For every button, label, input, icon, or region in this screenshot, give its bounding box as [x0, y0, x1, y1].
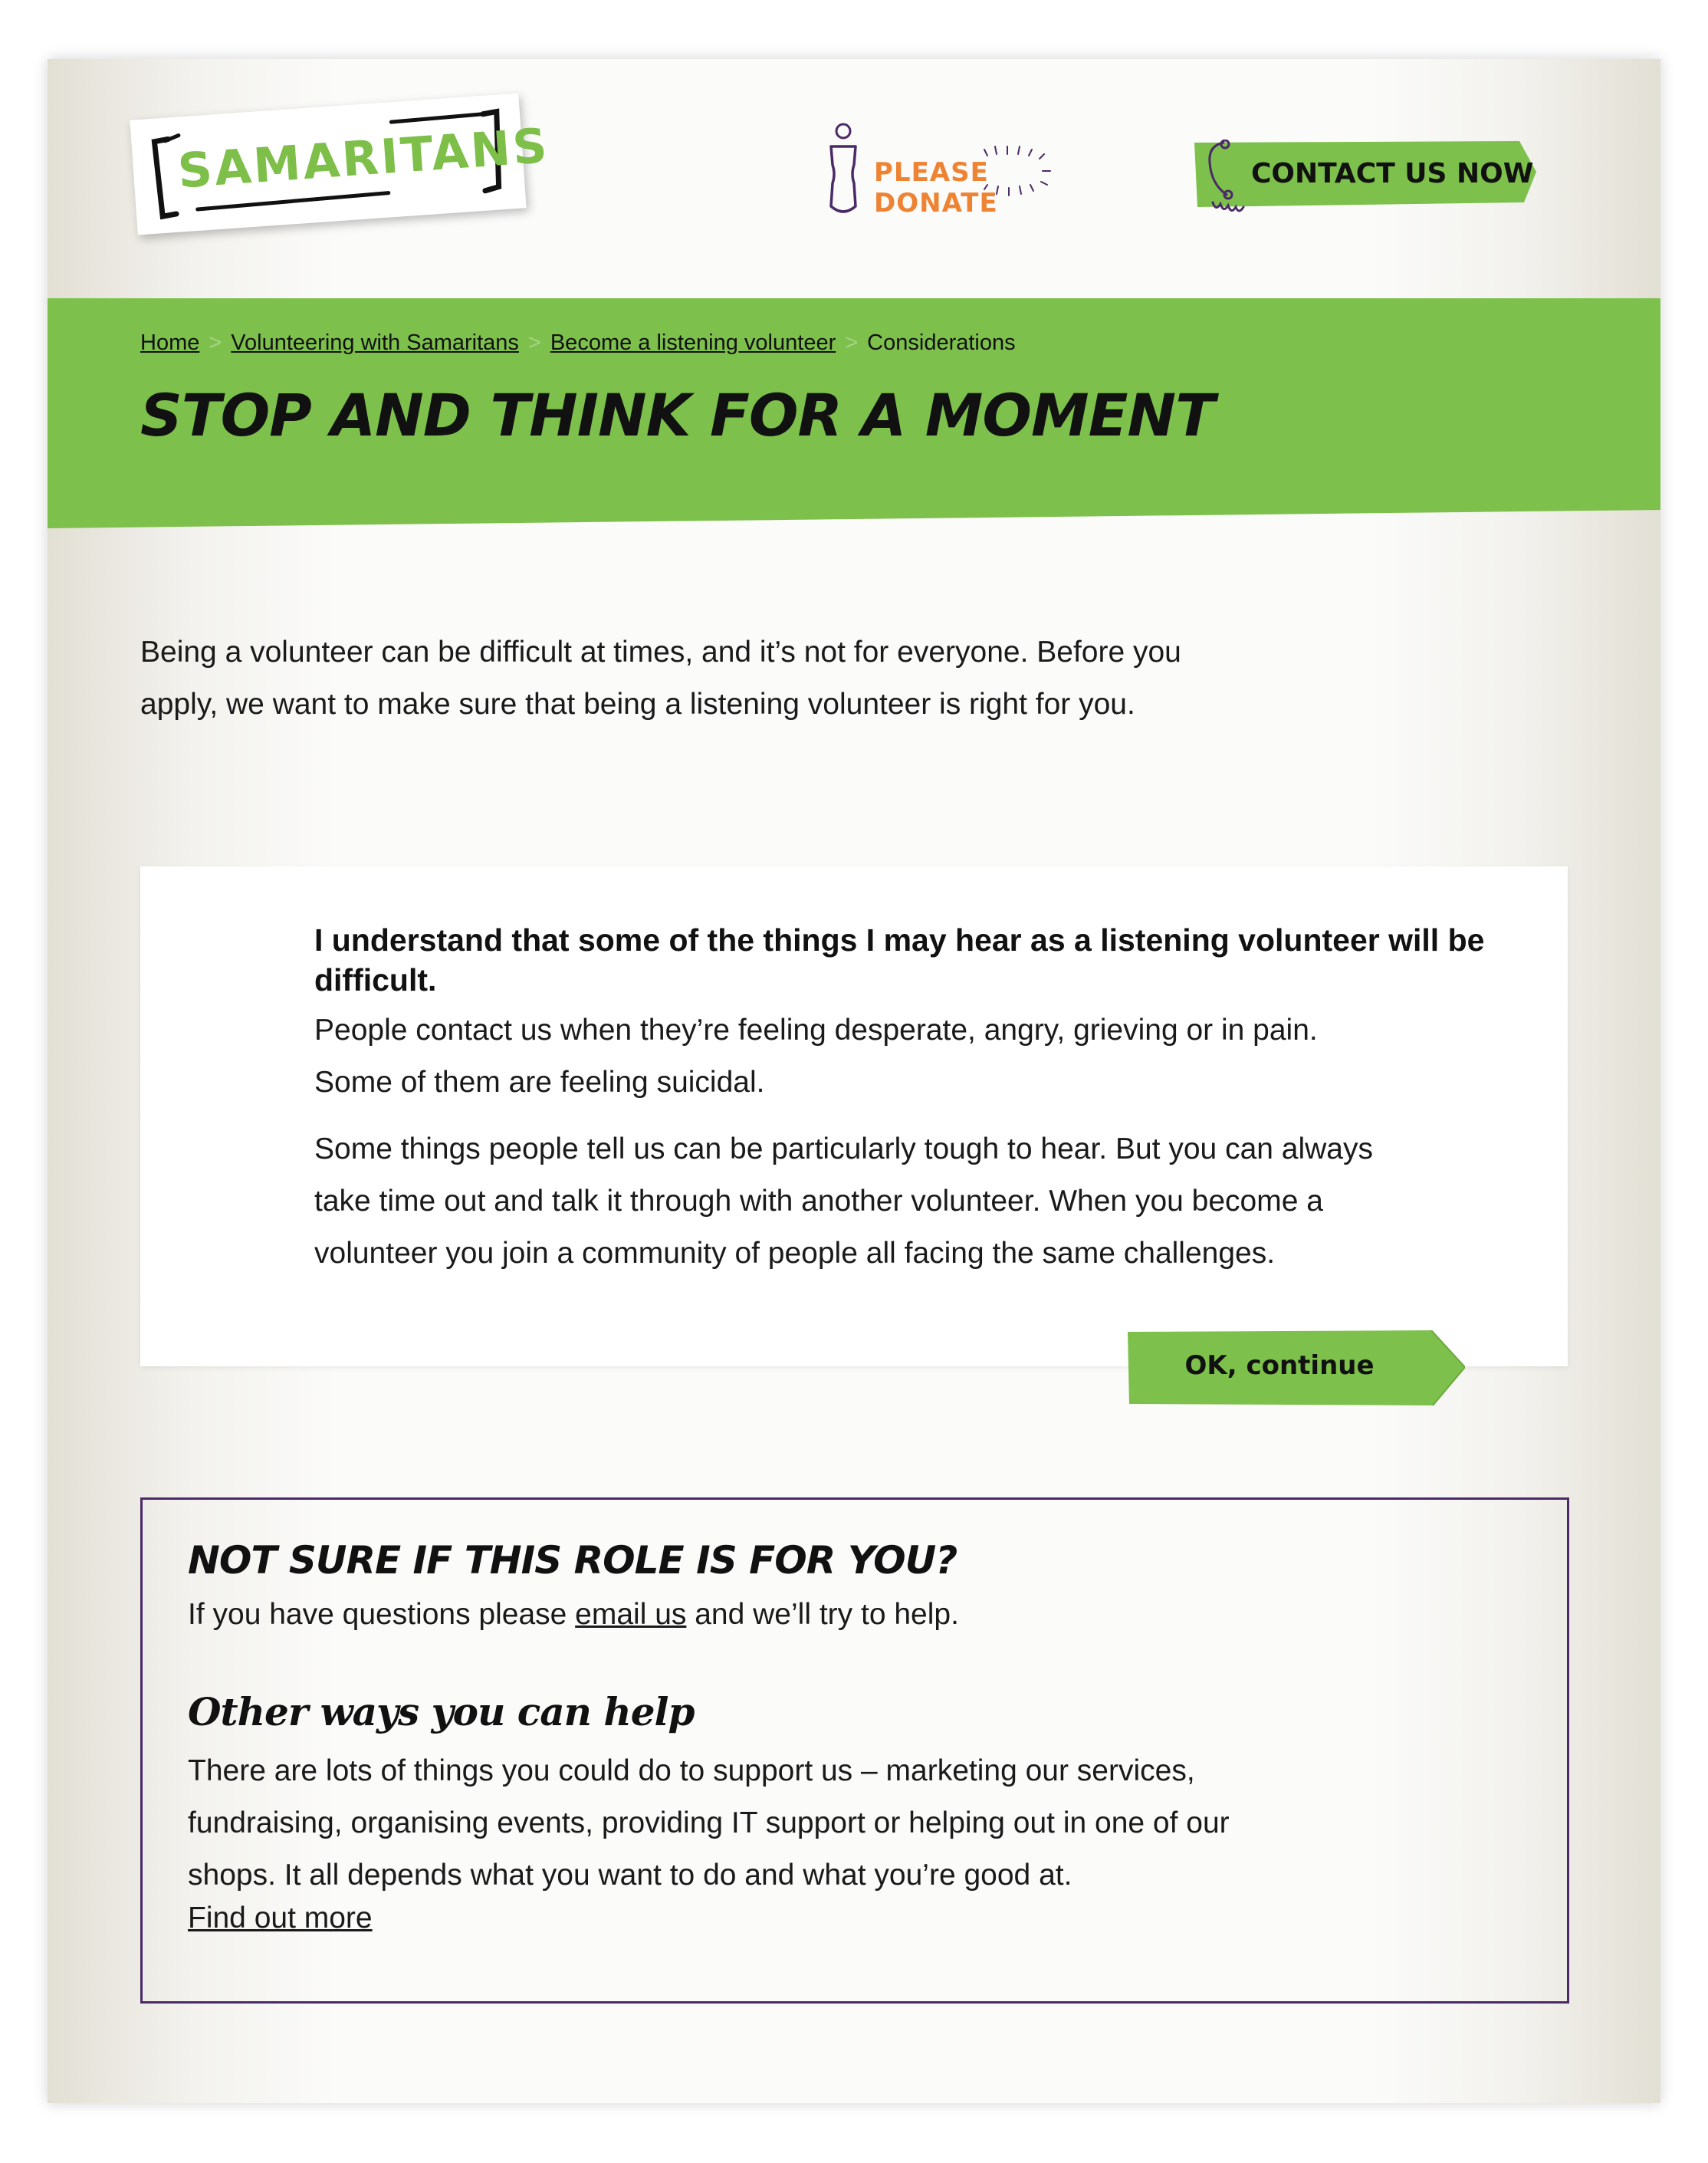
donate-text: PLEASE DONATE [874, 157, 998, 219]
card-heading: I understand that some of the things I m… [314, 922, 1485, 998]
breadcrumb-volunteering[interactable]: Volunteering with Samaritans [231, 330, 519, 355]
intro-text: Being a volunteer can be difficult at ti… [140, 626, 1290, 731]
breadcrumb-current: Considerations [867, 330, 1016, 355]
page: SAMARITANS PLEASE DONATE CONTACT US NOW … [48, 59, 1660, 2103]
hero-banner: Home > Volunteering with Samaritans > Become… [48, 298, 1660, 528]
help-line-after: and we’ll try to help. [686, 1598, 959, 1631]
other-line: There are lots of things you could do to… [188, 1754, 1195, 1787]
other-ways-title: Other ways you can help [188, 1689, 695, 1734]
breadcrumb-separator: > [209, 330, 222, 355]
samaritans-logo[interactable]: SAMARITANS [130, 93, 551, 235]
card-paragraph: Some things people tell us can be partic… [314, 1123, 1388, 1280]
find-out-more-link[interactable]: Find out more [188, 1902, 373, 1935]
contact-us-button[interactable]: CONTACT US NOW [1190, 140, 1573, 213]
breadcrumb-listening-volunteer[interactable]: Become a listening volunteer [550, 330, 836, 355]
breadcrumb: Home > Volunteering with Samaritans > Become… [140, 330, 1016, 356]
other-line: fundraising, organising events, providin… [188, 1806, 1230, 1839]
help-line: If you have questions please email us an… [188, 1598, 959, 1632]
help-line-before: If you have questions please [188, 1598, 576, 1631]
other-line: shops. It all depends what you want to d… [188, 1859, 1072, 1892]
help-box: NOT SURE IF THIS ROLE IS FOR YOU? If you… [140, 1497, 1569, 2004]
contact-text: CONTACT US NOW [1251, 158, 1534, 189]
donate-link[interactable]: PLEASE DONATE [814, 120, 1121, 235]
card-line: volunteer you join a community of people… [314, 1237, 1276, 1270]
card-line: Some of them are feeling suicidal. [314, 1066, 765, 1099]
other-ways-paragraph: There are lots of things you could do to… [188, 1745, 1261, 1902]
consideration-card: I understand that some of the things I m… [140, 866, 1568, 1366]
card-line: take time out and talk it through with a… [314, 1185, 1323, 1218]
intro-line: apply, we want to make sure that being a… [140, 688, 1135, 721]
help-title: NOT SURE IF THIS ROLE IS FOR YOU? [188, 1538, 957, 1583]
ok-continue-label: OK, continue [1184, 1350, 1375, 1381]
ok-continue-button[interactable]: OK, continue [1128, 1330, 1465, 1407]
breadcrumb-home[interactable]: Home [140, 330, 199, 355]
intro-line: Being a volunteer can be difficult at ti… [140, 636, 1181, 669]
card-paragraph: People contact us when they’re feeling d… [314, 1004, 1388, 1109]
card-line: Some things people tell us can be partic… [314, 1132, 1373, 1165]
breadcrumb-separator: > [845, 330, 859, 355]
email-us-link[interactable]: email us [575, 1598, 686, 1631]
breadcrumb-separator: > [527, 330, 541, 355]
card-line: People contact us when they’re feeling d… [314, 1014, 1318, 1047]
page-title: STOP AND THINK FOR A MOMENT [140, 381, 1215, 449]
